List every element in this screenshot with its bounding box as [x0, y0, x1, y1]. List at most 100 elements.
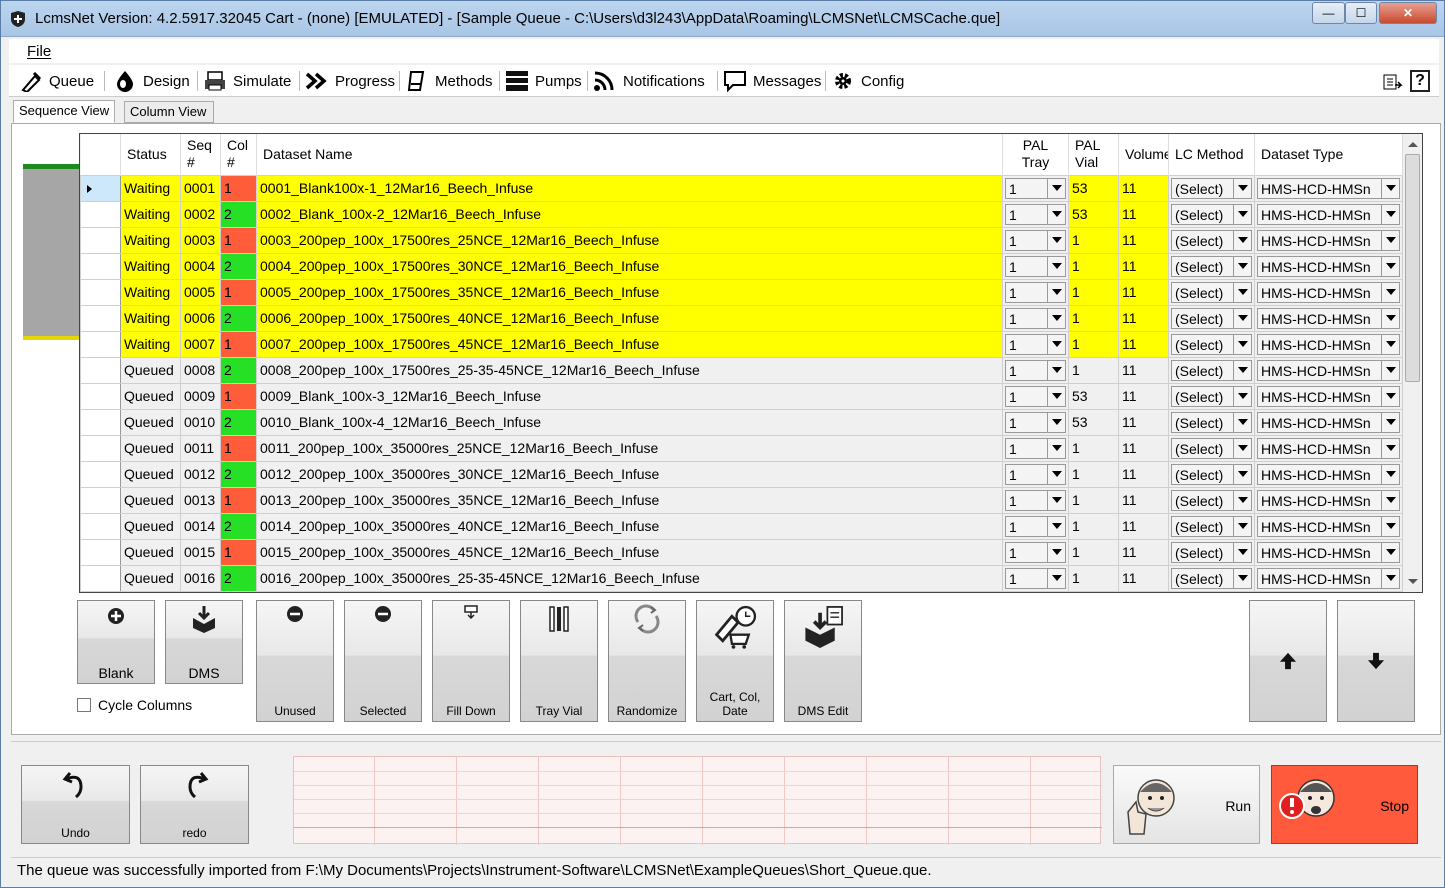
pal-tray[interactable]: 1 [1002, 200, 1069, 228]
move-down-button[interactable] [1337, 600, 1415, 722]
dataset-type-dropdown[interactable]: HMS-HCD-HMSn [1257, 203, 1400, 225]
pal-tray[interactable]: 1 [1002, 278, 1069, 306]
lc-method-dropdown[interactable]: (Select) [1171, 437, 1252, 459]
dataset-type[interactable]: HMS-HCD-HMSn [1254, 460, 1403, 488]
pal-vial-cell[interactable]: 1 [1068, 304, 1119, 332]
lc-method[interactable]: (Select) [1168, 174, 1255, 202]
dataset-type-dropdown[interactable]: HMS-HCD-HMSn [1257, 229, 1400, 251]
dataset-name-cell[interactable]: 0002_Blank_100x-2_12Mar16_Beech_Infuse [256, 200, 1003, 228]
row-selector[interactable] [80, 252, 121, 280]
pal-vial-cell[interactable]: 1 [1068, 434, 1119, 462]
grid-vertical-scrollbar[interactable] [1403, 134, 1422, 592]
dms-edit-button[interactable]: DMS Edit [784, 600, 862, 722]
volume-cell[interactable]: 11 [1118, 174, 1169, 202]
pal-tray[interactable]: 1 [1002, 460, 1069, 488]
dataset-type-dropdown[interactable]: HMS-HCD-HMSn [1257, 463, 1400, 485]
lc-method-dropdown[interactable]: (Select) [1171, 229, 1252, 251]
table-row[interactable]: Queued 0010 2 0010_Blank_100x-4_12Mar16_Bee… [80, 408, 1403, 436]
lc-method[interactable]: (Select) [1168, 434, 1255, 462]
volume-cell[interactable]: 11 [1118, 278, 1169, 306]
volume-cell[interactable]: 11 [1118, 330, 1169, 358]
header-seq[interactable]: Seq # [180, 134, 221, 175]
lc-method[interactable]: (Select) [1168, 278, 1255, 306]
lc-method-dropdown[interactable]: (Select) [1171, 541, 1252, 563]
header-dataset-type[interactable]: Dataset Type [1254, 134, 1403, 175]
pal-tray-dropdown[interactable]: 1 [1005, 203, 1066, 225]
dropdown-arrow-icon[interactable] [1233, 334, 1251, 354]
menu-file[interactable]: File [27, 43, 51, 60]
volume-cell[interactable]: 11 [1118, 408, 1169, 436]
dropdown-arrow-icon[interactable] [1233, 490, 1251, 510]
row-selector[interactable] [80, 382, 121, 410]
cart-col-date-button[interactable]: Cart, Col, Date [696, 600, 774, 722]
pal-tray-dropdown[interactable]: 1 [1005, 411, 1066, 433]
row-selector[interactable] [80, 434, 121, 462]
dropdown-arrow-icon[interactable] [1233, 282, 1251, 302]
dataset-name-cell[interactable]: 0013_200pep_100x_35000res_35NCE_12Mar16_… [256, 486, 1003, 514]
dropdown-arrow-icon[interactable] [1233, 230, 1251, 250]
dataset-name-cell[interactable]: 0006_200pep_100x_17500res_40NCE_12Mar16_… [256, 304, 1003, 332]
dataset-name-cell[interactable]: 0005_200pep_100x_17500res_35NCE_12Mar16_… [256, 278, 1003, 306]
run-button[interactable]: Run [1113, 765, 1260, 844]
row-selector[interactable] [80, 200, 121, 228]
dropdown-arrow-icon[interactable] [1233, 178, 1251, 198]
add-blank-button[interactable]: Blank [77, 600, 155, 684]
dataset-type-dropdown[interactable]: HMS-HCD-HMSn [1257, 177, 1400, 199]
dropdown-arrow-icon[interactable] [1047, 230, 1065, 250]
dataset-type-dropdown[interactable]: HMS-HCD-HMSn [1257, 385, 1400, 407]
dropdown-arrow-icon[interactable] [1047, 178, 1065, 198]
pal-tray[interactable]: 1 [1002, 226, 1069, 254]
lc-method-dropdown[interactable]: (Select) [1171, 489, 1252, 511]
volume-cell[interactable]: 11 [1118, 512, 1169, 540]
dataset-type[interactable]: HMS-HCD-HMSn [1254, 330, 1403, 358]
lc-method-dropdown[interactable]: (Select) [1171, 203, 1252, 225]
cycle-columns-box[interactable] [77, 698, 91, 712]
dataset-type-dropdown[interactable]: HMS-HCD-HMSn [1257, 541, 1400, 563]
toolbar-config[interactable]: Config [831, 69, 904, 93]
lc-method-dropdown[interactable]: (Select) [1171, 281, 1252, 303]
dataset-type-dropdown[interactable]: HMS-HCD-HMSn [1257, 281, 1400, 303]
lc-method-dropdown[interactable]: (Select) [1171, 333, 1252, 355]
dataset-type[interactable]: HMS-HCD-HMSn [1254, 564, 1403, 592]
dropdown-arrow-icon[interactable] [1047, 490, 1065, 510]
table-row[interactable]: Queued 0016 2 0016_200pep_100x_35000res_25-… [80, 564, 1403, 592]
dropdown-arrow-icon[interactable] [1047, 516, 1065, 536]
lc-method[interactable]: (Select) [1168, 252, 1255, 280]
dataset-type-dropdown[interactable]: HMS-HCD-HMSn [1257, 255, 1400, 277]
pal-tray[interactable]: 1 [1002, 512, 1069, 540]
row-selector[interactable] [80, 174, 121, 202]
pal-tray-dropdown[interactable]: 1 [1005, 359, 1066, 381]
dataset-type-dropdown[interactable]: HMS-HCD-HMSn [1257, 333, 1400, 355]
pal-vial-cell[interactable]: 1 [1068, 564, 1119, 592]
redo-button[interactable]: redo [140, 765, 249, 844]
add-dms-button[interactable]: DMS [165, 600, 243, 684]
lc-method-dropdown[interactable]: (Select) [1171, 515, 1252, 537]
dataset-type-dropdown[interactable]: HMS-HCD-HMSn [1257, 307, 1400, 329]
pal-tray-dropdown[interactable]: 1 [1005, 307, 1066, 329]
pal-tray-dropdown[interactable]: 1 [1005, 333, 1066, 355]
pal-tray-dropdown[interactable]: 1 [1005, 255, 1066, 277]
tray-vial-button[interactable]: Tray Vial [520, 600, 598, 722]
lc-method[interactable]: (Select) [1168, 304, 1255, 332]
toolbar-notifications[interactable]: Notifications [593, 69, 705, 93]
dropdown-arrow-icon[interactable] [1233, 542, 1251, 562]
pal-tray[interactable]: 1 [1002, 486, 1069, 514]
dropdown-arrow-icon[interactable] [1233, 438, 1251, 458]
header-status[interactable]: Status [120, 134, 181, 175]
dropdown-arrow-icon[interactable] [1233, 464, 1251, 484]
table-row[interactable]: Queued 0012 2 0012_200pep_100x_35000res_30N… [80, 460, 1403, 488]
lc-method-dropdown[interactable]: (Select) [1171, 385, 1252, 407]
dropdown-arrow-icon[interactable] [1381, 256, 1399, 276]
table-row[interactable]: Waiting 0001 1 0001_Blank100x-1_12Mar16_Bee… [80, 174, 1403, 202]
dropdown-arrow-icon[interactable] [1381, 412, 1399, 432]
dropdown-arrow-icon[interactable] [1381, 230, 1399, 250]
row-selector[interactable] [80, 512, 121, 540]
volume-cell[interactable]: 11 [1118, 382, 1169, 410]
dropdown-arrow-icon[interactable] [1381, 516, 1399, 536]
minimize-button[interactable]: — [1312, 2, 1345, 24]
dataset-name-cell[interactable]: 0001_Blank100x-1_12Mar16_Beech_Infuse [256, 174, 1003, 202]
pal-vial-cell[interactable]: 53 [1068, 200, 1119, 228]
dataset-type[interactable]: HMS-HCD-HMSn [1254, 486, 1403, 514]
dataset-type[interactable]: HMS-HCD-HMSn [1254, 252, 1403, 280]
dropdown-arrow-icon[interactable] [1233, 308, 1251, 328]
